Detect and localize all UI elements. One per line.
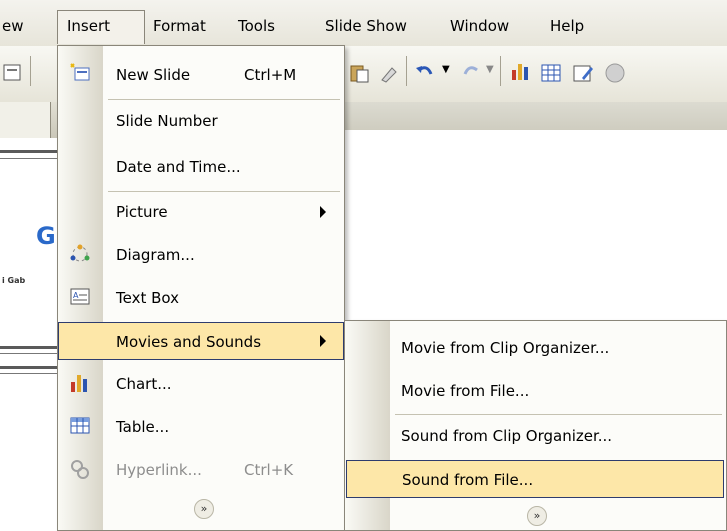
expand-submenu-chevron-icon[interactable]: » xyxy=(527,506,547,526)
menu-item-movies-and-sounds[interactable]: Movies and Sounds xyxy=(58,322,344,360)
menu-item-sound-from-clip-organizer[interactable]: Sound from Clip Organizer... xyxy=(345,417,726,455)
menu-help[interactable]: Help xyxy=(550,14,584,38)
menu-insert[interactable]: Insert xyxy=(67,14,110,38)
paste-icon[interactable] xyxy=(348,62,370,84)
menu-separator xyxy=(108,191,340,192)
menu-item-hyperlink[interactable]: Hyperlink... Ctrl+K xyxy=(58,451,344,489)
diagram-icon xyxy=(70,244,90,262)
undo-icon[interactable] xyxy=(414,62,436,84)
slides-pane-tab[interactable] xyxy=(0,102,51,138)
submenu-arrow-icon xyxy=(320,206,326,218)
menu-item-chart[interactable]: Chart... xyxy=(58,365,344,403)
menu-item-new-slide[interactable]: New Slide Ctrl+M xyxy=(58,56,344,94)
undo-dropdown-icon[interactable]: ▼ xyxy=(442,64,450,75)
slide-thumb-rule-2-thin xyxy=(0,353,57,354)
menu-item-picture[interactable]: Picture xyxy=(58,193,344,231)
workspace-header-strip xyxy=(345,102,727,130)
slide-small-text: i Gab xyxy=(2,276,26,285)
menu-view[interactable]: ew xyxy=(2,14,24,38)
slide-logo-letter: G xyxy=(36,222,56,250)
menu-item-sound-from-file[interactable]: Sound from File... xyxy=(346,460,724,498)
slide-thumb-rule-thin xyxy=(0,158,57,159)
menu-item-slide-number[interactable]: Slide Number xyxy=(58,102,344,140)
redo-icon[interactable] xyxy=(460,62,482,84)
text-box-icon: A xyxy=(70,288,90,305)
menu-bar: ew Insert Format Tools Slide Show Window… xyxy=(0,0,727,46)
help-icon[interactable] xyxy=(604,62,626,84)
slide-thumb-rule-2 xyxy=(0,346,57,349)
format-painter-icon[interactable] xyxy=(378,62,400,84)
slide-thumb-rule-3 xyxy=(0,366,57,369)
menu-separator xyxy=(395,414,722,415)
insert-chart-icon[interactable] xyxy=(510,60,532,82)
menu-item-movie-from-clip-organizer[interactable]: Movie from Clip Organizer... xyxy=(345,329,726,367)
insert-menu: New Slide Ctrl+M Slide Number Date and T… xyxy=(57,45,345,531)
menu-item-date-and-time[interactable]: Date and Time... xyxy=(58,148,344,186)
menu-item-text-box[interactable]: A Text Box xyxy=(58,279,344,317)
slide-thumb-rule-3-thin xyxy=(0,373,57,374)
hyperlink-icon xyxy=(71,460,89,479)
menu-format[interactable]: Format xyxy=(153,14,206,38)
menu-item-movie-from-file[interactable]: Movie from File... xyxy=(345,372,726,410)
tables-and-borders-icon[interactable] xyxy=(572,62,594,84)
submenu-arrow-icon xyxy=(320,335,326,347)
chart-icon xyxy=(71,375,87,392)
slide-thumb-rule xyxy=(0,150,57,153)
menu-tools[interactable]: Tools xyxy=(238,14,275,38)
table-icon xyxy=(70,417,90,434)
menu-window[interactable]: Window xyxy=(450,14,509,38)
menu-item-diagram[interactable]: Diagram... xyxy=(58,236,344,274)
menu-slide-show[interactable]: Slide Show xyxy=(325,14,407,38)
menu-separator xyxy=(108,99,340,100)
movies-and-sounds-submenu: Movie from Clip Organizer... Movie from … xyxy=(344,320,727,531)
new-slide-icon xyxy=(70,63,90,81)
print-preview-icon[interactable] xyxy=(2,62,24,84)
svg-text:A: A xyxy=(73,291,79,300)
expand-menu-chevron-icon[interactable]: » xyxy=(194,499,214,519)
menu-item-table[interactable]: Table... xyxy=(58,408,344,446)
insert-table-icon[interactable] xyxy=(540,62,562,84)
redo-dropdown-icon[interactable]: ▼ xyxy=(486,64,494,75)
